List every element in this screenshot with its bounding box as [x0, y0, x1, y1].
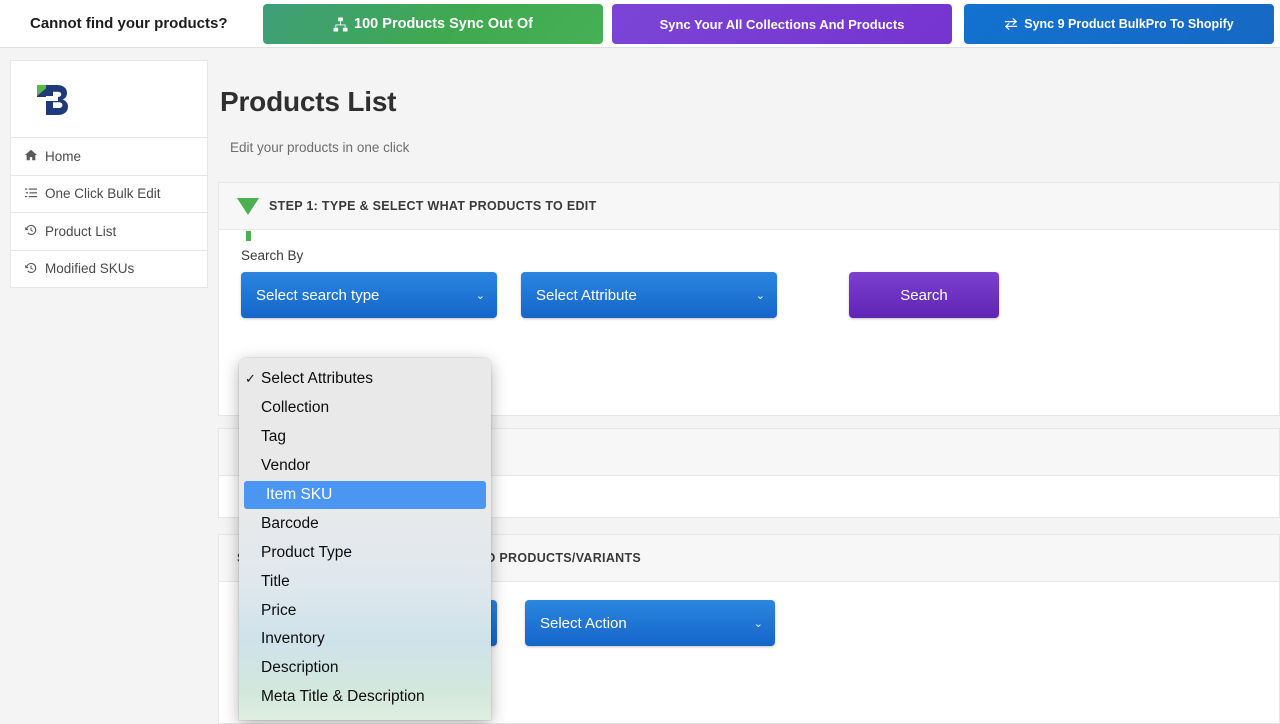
- sidebar-item-product-list-label: Product List: [45, 224, 116, 239]
- history-icon: [25, 224, 38, 238]
- dropdown-option[interactable]: Barcode: [239, 509, 491, 538]
- sitemap-icon: [333, 17, 348, 32]
- logo[interactable]: [10, 60, 208, 138]
- sync-to-shopify-button[interactable]: Sync 9 Product BulkPro To Shopify: [964, 4, 1274, 44]
- dropdown-option[interactable]: Item SKU: [244, 481, 486, 510]
- sidebar-item-one-click-bulk-edit-label: One Click Bulk Edit: [45, 186, 161, 201]
- dropdown-option[interactable]: Title: [239, 567, 491, 596]
- dropdown-option[interactable]: Collection: [239, 394, 491, 423]
- page-title: Products List: [220, 86, 1280, 118]
- topbar-title: Cannot find your products?: [30, 15, 227, 32]
- sync-products-out-of-label: 100 Products Sync Out Of: [354, 16, 533, 32]
- attribute-value: Select Attribute: [536, 287, 637, 304]
- dropdown-option[interactable]: Vendor: [239, 452, 491, 481]
- dropdown-option[interactable]: Meta Title & Description: [239, 683, 491, 712]
- step3-heading: ED PRODUCTS/VARIANTS: [478, 551, 641, 565]
- sidebar: Home One Click Bulk Edit Product List: [10, 60, 208, 288]
- step1-heading: STEP 1: TYPE & SELECT WHAT PRODUCTS TO E…: [269, 199, 597, 213]
- sidebar-item-product-list[interactable]: Product List: [10, 213, 208, 251]
- dropdown-option[interactable]: Description: [239, 654, 491, 683]
- select-action-dropdown[interactable]: Select Action ⌄: [525, 600, 775, 646]
- sidebar-item-modified-skus-label: Modified SKUs: [45, 261, 134, 276]
- search-type-value: Select search type: [256, 287, 379, 304]
- history-icon: [25, 262, 38, 276]
- home-icon: [25, 149, 38, 163]
- attribute-select[interactable]: Select Attribute ⌄: [521, 272, 777, 318]
- sync-collections-products-label: Sync Your All Collections And Products: [660, 17, 905, 32]
- dropdown-option[interactable]: Tag: [239, 423, 491, 452]
- sidebar-item-home[interactable]: Home: [10, 138, 208, 176]
- step1-body: Search By Select search type ⌄ Select At…: [219, 230, 1279, 340]
- step1-header: STEP 1: TYPE & SELECT WHAT PRODUCTS TO E…: [219, 183, 1279, 230]
- dropdown-option[interactable]: Product Type: [239, 538, 491, 567]
- chevron-down-icon: ⌄: [754, 617, 763, 630]
- dropdown-option[interactable]: Price: [239, 596, 491, 625]
- search-button[interactable]: Search: [849, 272, 999, 318]
- chevron-down-icon: ⌄: [756, 289, 765, 302]
- chevron-down-icon: ⌄: [476, 289, 485, 302]
- topbar: Cannot find your products? 100 Products …: [0, 0, 1280, 48]
- search-type-dropdown-menu[interactable]: Select AttributesCollectionTagVendorItem…: [239, 358, 491, 720]
- exchange-icon: [1004, 17, 1018, 31]
- funnel-icon: [237, 198, 259, 215]
- search-by-label: Search By: [241, 248, 1257, 263]
- sync-products-out-of-button[interactable]: 100 Products Sync Out Of: [263, 4, 603, 44]
- sidebar-item-modified-skus[interactable]: Modified SKUs: [10, 251, 208, 289]
- sidebar-item-home-label: Home: [45, 149, 81, 164]
- select-action-value: Select Action: [540, 615, 627, 632]
- search-type-select[interactable]: Select search type ⌄: [241, 272, 497, 318]
- page-subtitle: Edit your products in one click: [230, 140, 1280, 155]
- dropdown-option[interactable]: Select Attributes: [239, 365, 491, 394]
- sidebar-item-one-click-bulk-edit[interactable]: One Click Bulk Edit: [10, 176, 208, 214]
- dropdown-option[interactable]: Inventory: [239, 625, 491, 654]
- bulkpro-logo-icon: [29, 75, 77, 123]
- sync-to-shopify-label: Sync 9 Product BulkPro To Shopify: [1024, 17, 1234, 31]
- sync-collections-products-button[interactable]: Sync Your All Collections And Products: [612, 4, 952, 44]
- list-icon: [25, 187, 38, 201]
